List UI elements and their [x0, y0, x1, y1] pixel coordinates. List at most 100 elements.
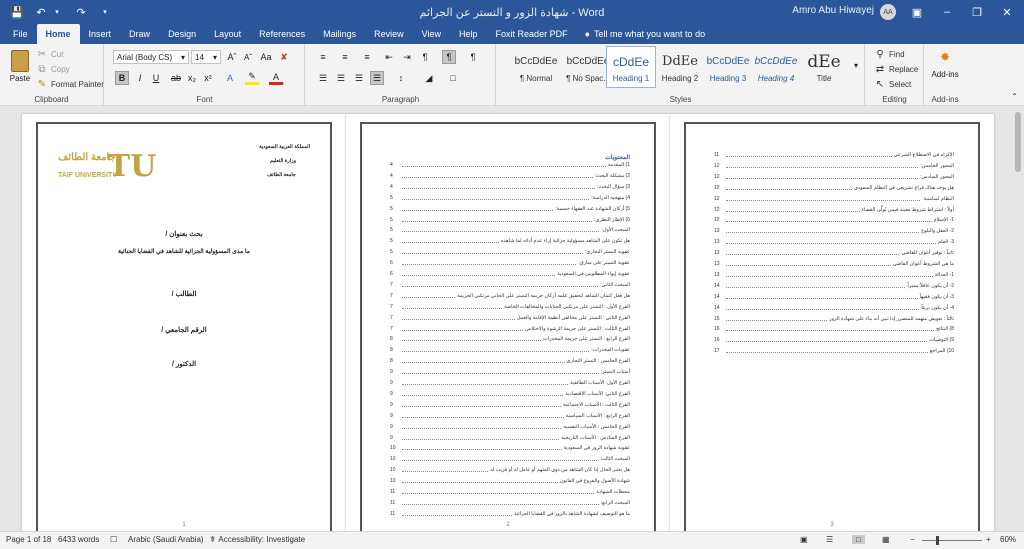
zoom-slider-thumb[interactable] — [936, 536, 939, 545]
show-marks-icon[interactable]: ¶ — [466, 50, 480, 64]
toc-entry[interactable]: المبحث الرابع: 11 — [390, 498, 630, 508]
language[interactable]: Arabic (Saudi Arabia) — [128, 535, 204, 544]
undo-icon[interactable]: ↶ — [34, 5, 48, 19]
toc-entry[interactable]: النظام لمناسبة: 12 — [714, 194, 954, 204]
style-heading-3[interactable]: ‫bCcDdEe Heading 3 — [703, 46, 753, 88]
tab-references[interactable]: References — [250, 24, 314, 44]
toc-entry[interactable]: الفرع الخامس : التستر التجاري 8 — [390, 356, 630, 366]
justify-icon[interactable]: ☰ — [370, 71, 384, 85]
avatar[interactable]: AA — [880, 4, 896, 20]
toc-entry[interactable]: هل تكون على الشاهد مسؤولية جزائية إزاء ع… — [390, 236, 630, 246]
toc-entry[interactable]: محظات الشهادة 11 — [390, 487, 630, 497]
align-right-icon[interactable]: ☰ — [352, 71, 366, 85]
font-color-icon[interactable]: A — [269, 71, 283, 85]
toc-entry[interactable]: المحور السادس: 12 — [714, 172, 954, 182]
shrink-font-icon[interactable]: Aˇ — [241, 50, 255, 64]
shading-icon[interactable]: ◢ — [422, 71, 436, 85]
line-spacing-icon[interactable]: ↕ — [394, 71, 408, 85]
vertical-scrollbar[interactable] — [1012, 106, 1024, 531]
toc-entry[interactable]: الفرع السادس : الأسباب التاريخية 9 — [390, 433, 630, 443]
ltr-icon[interactable]: ¶ — [418, 50, 432, 64]
ribbon-display-icon[interactable]: ▣ — [902, 0, 932, 24]
toc-entry[interactable]: 1) المقدمة 4 — [390, 160, 630, 170]
decrease-indent-icon[interactable]: ⇤ — [382, 50, 396, 64]
styles-more-icon[interactable]: ▾ — [849, 58, 863, 72]
toc-entry[interactable]: 1- الإسلام 12 — [714, 215, 954, 225]
tab-design[interactable]: Design — [159, 24, 205, 44]
toc-entry[interactable]: عقوبة التستر التجاري: 5 — [390, 247, 630, 257]
toc-entry[interactable]: 2- العقل والبلوغ 13 — [714, 226, 954, 236]
style-normal[interactable]: ‫bCcDdEe ¶ Normal — [511, 46, 561, 88]
toc-entry[interactable]: أولاً : اشتراط شروط معينة فيمن يُولَّى ا… — [714, 205, 954, 215]
tab-file[interactable]: File — [4, 24, 37, 44]
style-heading-1[interactable]: cDdEe Heading 1 — [606, 46, 656, 88]
toc-entry[interactable]: ثانياً : توفير أعوان للقاضي 13 — [714, 248, 954, 258]
subscript-button[interactable]: x₂ — [185, 71, 199, 85]
toc-entry[interactable]: 2) مشكلة البحث: 4 — [390, 171, 630, 181]
style-heading-2[interactable]: DdEe Heading 2 — [655, 46, 705, 88]
tab-view[interactable]: View — [413, 24, 450, 44]
highlight-icon[interactable]: ✎ — [245, 71, 259, 85]
bold-button[interactable]: B — [115, 71, 129, 85]
toc-entry[interactable]: 3- أن يكون فقيهاً 14 — [714, 292, 954, 302]
toc-entry[interactable]: الفرع الرابع : التستر على جريمة المخدرات… — [390, 334, 630, 344]
toc-entry[interactable]: الفرع الثاني: الأسباب الاقتصادية 9 — [390, 389, 630, 399]
toc-entry[interactable]: المبحث الأول: 5 — [390, 225, 630, 235]
select-button[interactable]: ↖ Select — [874, 78, 911, 90]
strikethrough-button[interactable]: ab — [169, 71, 183, 85]
page-count[interactable]: Page 1 of 18 — [6, 535, 51, 544]
paste-button[interactable]: Paste — [6, 48, 34, 88]
toc-entry[interactable]: هل يعتبر الحال إذا كان الشاهد من ذوي الم… — [390, 465, 630, 475]
word-count[interactable]: 6433 words — [58, 535, 99, 544]
tab-layout[interactable]: Layout — [205, 24, 250, 44]
page-1[interactable]: المملكة العربية السعودية وزارة التعليم ج… — [22, 114, 346, 531]
increase-indent-icon[interactable]: ⇥ — [400, 50, 414, 64]
undo-dropdown-icon[interactable]: ▾ — [50, 5, 64, 19]
copy-button[interactable]: ⧉ Copy — [36, 63, 69, 75]
print-layout-icon[interactable]: □ — [852, 535, 865, 544]
tab-home[interactable]: Home — [36, 24, 80, 44]
page-2[interactable]: المحتويات 1) المقدمة 4 2) مشكلة البحث: 4 3) … — [346, 114, 670, 531]
clear-formatting-icon[interactable]: ✘ — [277, 50, 291, 64]
cut-button[interactable]: ✂ Cut — [36, 48, 64, 60]
tab-insert[interactable]: Insert — [80, 24, 121, 44]
toc-entry[interactable]: الفرع الأول: الأسباب الطائفية 9 — [390, 378, 630, 388]
customize-toolbar-icon[interactable]: ▾ — [98, 5, 112, 19]
toc-entry[interactable]: الفرع الخامس : الأسباب النفسية 9 — [390, 422, 630, 432]
align-center-icon[interactable]: ☰ — [334, 71, 348, 85]
toc-entry[interactable]: أسباب التستر: 9 — [390, 367, 630, 377]
toc-entry[interactable]: المبحث الثاني: 7 — [390, 280, 630, 290]
italic-button[interactable]: I — [133, 71, 147, 85]
toc-entry[interactable]: الفرع الثالث : الأسباب الاجتماعية 9 — [390, 400, 630, 410]
zoom-slider[interactable] — [922, 536, 982, 545]
change-case-icon[interactable]: Aa — [259, 50, 273, 64]
toc-entry[interactable]: الإكراه في الاصطلاح الشرعي 11 — [714, 150, 954, 160]
toc-entry[interactable]: الفرع الأول : التستر على مرتكبي الجنايات… — [390, 302, 630, 312]
zoom-in-icon[interactable]: + — [986, 535, 991, 544]
zoom-level[interactable]: 60% — [1000, 535, 1016, 544]
tab-review[interactable]: Review — [365, 24, 413, 44]
toc-entry[interactable]: شهادة الأصول والفروع في القانون 10 — [390, 476, 630, 486]
grow-font-icon[interactable]: Aˆ — [225, 50, 239, 64]
toc-entry[interactable]: 9) التوصيات 16 — [714, 335, 954, 345]
toc-entry[interactable]: 1- العدالة 13 — [714, 270, 954, 280]
toc-entry[interactable]: الفرع الثاني : التستر على مخالفي أنظمة ا… — [390, 313, 630, 323]
toc-entry[interactable]: عقوبة إيواء المطلوبين في السعودية 6 — [390, 269, 630, 279]
tell-me-box[interactable]: ● Tell me what you want to do — [577, 24, 714, 44]
toc-entry[interactable]: 3- العلم 13 — [714, 237, 954, 247]
toc-entry[interactable]: 6) الإطار النظري: 5 — [390, 215, 630, 225]
toc-entry[interactable]: الفرع الرابع : الأسباب السياسية 9 — [390, 411, 630, 421]
focus-mode-icon[interactable]: ▣ — [800, 535, 808, 544]
zoom-out-icon[interactable]: − — [910, 535, 915, 544]
font-name-select[interactable]: Arial (Body CS) ▾ — [113, 50, 189, 64]
text-effects-icon[interactable]: A — [223, 71, 237, 85]
save-icon[interactable]: 💾 — [10, 5, 24, 19]
superscript-button[interactable]: x² — [201, 71, 215, 85]
collapse-ribbon-icon[interactable]: ⌃ — [1011, 92, 1018, 101]
toc-entry[interactable]: هل يوجد هناك فراغ تشريعي في النظام السعو… — [714, 183, 954, 193]
toc-entry[interactable]: 2- أن يكون عاقلاً مميزاً 14 — [714, 281, 954, 291]
addins-button[interactable]: ✸ Add-ins — [927, 50, 963, 79]
tab-foxit[interactable]: Foxit Reader PDF — [487, 24, 577, 44]
redo-icon[interactable]: ↷ — [74, 5, 88, 19]
toc-entry[interactable]: 3) سؤال البحث: 4 — [390, 182, 630, 192]
